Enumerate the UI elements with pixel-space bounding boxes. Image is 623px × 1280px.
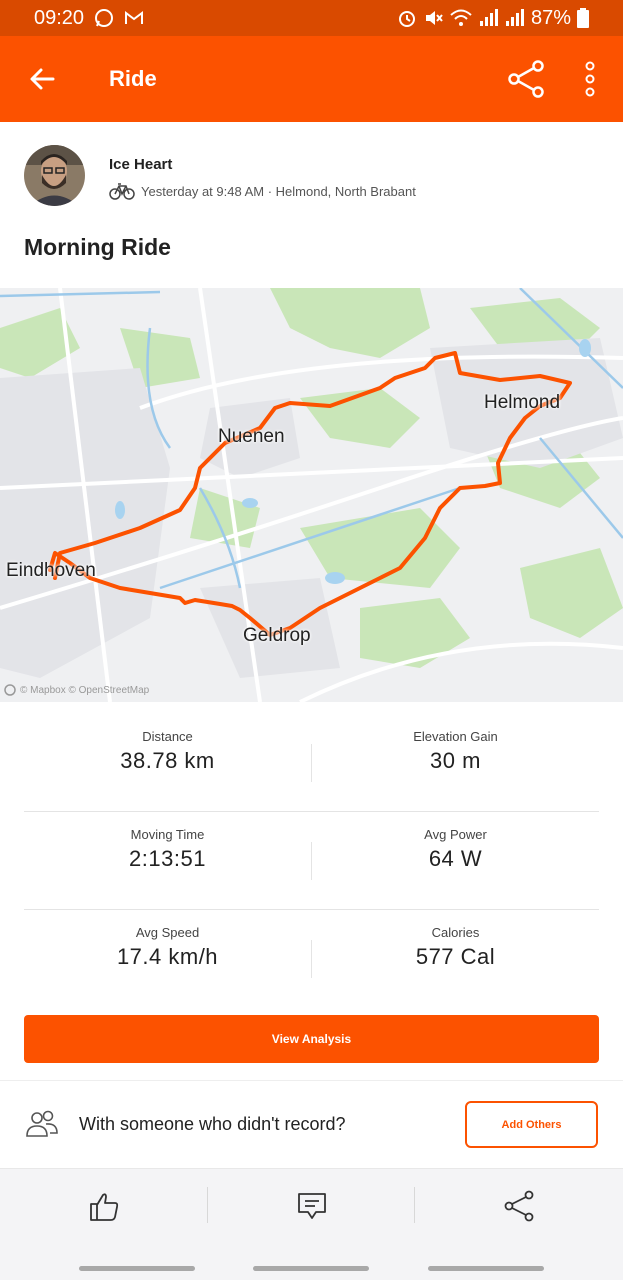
avatar-image [24, 145, 85, 206]
athlete-name[interactable]: Ice Heart [109, 156, 172, 173]
app-bar: Ride [0, 36, 623, 122]
athlete-header: Ice Heart Yesterday at 9:48 AM · Helmond… [0, 122, 623, 226]
more-vertical-icon [585, 61, 595, 97]
status-time: 09:20 [34, 6, 85, 29]
back-arrow-icon [30, 68, 55, 90]
signal-icon-2 [505, 9, 524, 26]
with-others-text: With someone who didn't record? [79, 1114, 346, 1134]
route-line [48, 351, 572, 637]
share-activity-button[interactable] [415, 1169, 622, 1243]
stat-value: 2:13:51 [129, 846, 206, 871]
status-bar: 09:20 87% [0, 0, 623, 36]
stats-grid: Distance 38.78 km Elevation Gain 30 m Mo… [24, 714, 599, 1008]
system-nav-bar [0, 1242, 623, 1280]
page-title: Ride [109, 66, 157, 91]
back-button[interactable] [0, 36, 84, 122]
map-attribution[interactable]: © Mapbox © OpenStreetMap [4, 684, 149, 696]
mute-icon [425, 11, 443, 25]
signal-icon [479, 9, 498, 26]
bottom-action-bar [0, 1168, 623, 1242]
map-label-nuenen: Nuenen [218, 426, 285, 447]
activity-meta: Yesterday at 9:48 AM · Helmond, North Br… [109, 182, 416, 200]
share-icon [504, 1190, 533, 1222]
stat-value: 577 Cal [415, 944, 496, 969]
share-button[interactable] [505, 58, 547, 100]
more-options-button[interactable] [575, 58, 605, 100]
comment-button[interactable] [208, 1169, 415, 1243]
add-others-button[interactable]: Add Others [465, 1101, 598, 1148]
stat-avg-power: Avg Power 64 W [312, 812, 599, 910]
thumbs-up-icon [89, 1193, 118, 1221]
nav-back-handle[interactable] [79, 1266, 195, 1271]
wifi-icon [450, 9, 472, 26]
stat-value: 17.4 km/h [116, 944, 219, 969]
stat-label: Moving Time [130, 827, 205, 842]
avatar[interactable] [24, 145, 85, 206]
gmail-icon [125, 11, 144, 24]
whatsapp-icon [95, 9, 114, 27]
stat-label: Elevation Gain [413, 729, 498, 744]
stats-row: Distance 38.78 km Elevation Gain 30 m [24, 714, 599, 812]
map-label-geldrop: Geldrop [243, 625, 311, 646]
view-analysis-button[interactable]: View Analysis [24, 1015, 599, 1063]
mapbox-logo-icon [4, 684, 16, 696]
bike-icon [109, 183, 135, 200]
stat-value: 38.78 km [120, 748, 215, 773]
stats-row: Moving Time 2:13:51 Avg Power 64 W [24, 812, 599, 910]
battery-icon [577, 8, 589, 28]
activity-meta-text: Yesterday at 9:48 AM · Helmond, North Br… [141, 183, 416, 199]
stat-moving-time: Moving Time 2:13:51 [24, 812, 311, 910]
with-others-row: With someone who didn't record? Add Othe… [0, 1088, 623, 1164]
stat-label: Avg Power [424, 827, 487, 842]
stat-calories: Calories 577 Cal [312, 910, 599, 1008]
stat-avg-speed: Avg Speed 17.4 km/h [24, 910, 311, 1008]
stat-value: 30 m [430, 748, 481, 773]
stat-label: Avg Speed [135, 925, 200, 940]
kudos-button[interactable] [0, 1169, 207, 1243]
stat-distance: Distance 38.78 km [24, 714, 311, 812]
people-icon [26, 1110, 58, 1137]
map-label-helmond: Helmond [484, 392, 561, 413]
nav-recents-handle[interactable] [428, 1266, 544, 1271]
route-map[interactable]: Nuenen Helmond Eindhoven Geldrop © Mapbo… [0, 288, 623, 702]
stat-elevation: Elevation Gain 30 m [312, 714, 599, 812]
activity-title: Morning Ride [24, 234, 171, 260]
stat-label: Calories [431, 925, 480, 940]
comment-icon [297, 1193, 326, 1219]
stat-label: Distance [142, 729, 193, 744]
divider [0, 1080, 623, 1081]
battery-percent: 87% [530, 6, 571, 29]
stats-row: Avg Speed 17.4 km/h Calories 577 Cal [24, 910, 599, 1008]
stat-value: 64 W [428, 846, 483, 871]
alarm-icon [398, 11, 415, 27]
share-icon [508, 60, 544, 98]
nav-home-handle[interactable] [253, 1266, 369, 1271]
map-attribution-text: © Mapbox © OpenStreetMap [20, 684, 150, 696]
map-label-eindhoven: Eindhoven [6, 560, 96, 581]
